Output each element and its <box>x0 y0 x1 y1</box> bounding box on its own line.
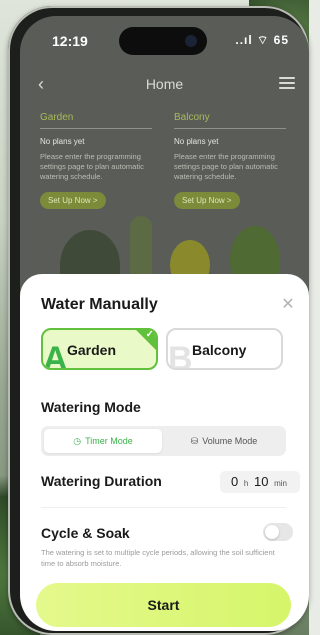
phone-frame: 12:19 ..ıl ⌔ 65 ‹ Home Garden No plans y… <box>8 6 309 635</box>
water-manually-sheet: Water Manually ✕ A Garden ✓ B Balcony Wa… <box>20 274 309 631</box>
duration-minutes: 10 <box>253 474 269 489</box>
setup-now-button[interactable]: Set Up Now > <box>40 192 106 209</box>
clock-icon: ◷ <box>73 436 82 446</box>
cycle-soak-description: The watering is set to multiple cycle pe… <box>41 548 275 568</box>
close-icon[interactable]: ✕ <box>281 297 295 313</box>
zone-name: Balcony <box>192 342 247 358</box>
settings-sliders-icon[interactable] <box>279 74 295 90</box>
home-zone-balcony: Balcony No plans yet Please enter the pr… <box>174 112 286 209</box>
cycle-soak-toggle[interactable] <box>263 523 293 541</box>
status-icons: ..ıl ⌔ 65 <box>235 33 289 47</box>
home-nav-bar: ‹ Home <box>20 72 309 100</box>
zone-card-balcony[interactable]: B Balcony <box>166 328 283 370</box>
dynamic-island <box>119 27 207 55</box>
home-title: Home <box>145 76 184 92</box>
zone-name: Garden <box>67 342 117 358</box>
watering-mode-label: Watering Mode <box>41 399 141 415</box>
tab-volume-mode[interactable]: ⛁ Volume Mode <box>165 429 283 453</box>
zone-letter: A <box>43 340 68 370</box>
zone-card-garden[interactable]: A Garden ✓ <box>41 328 158 370</box>
minutes-unit: min <box>274 479 287 488</box>
watering-mode-switch: ◷ Timer Mode ⛁ Volume Mode <box>41 426 286 456</box>
setup-now-button[interactable]: Set Up Now > <box>174 192 240 209</box>
tab-timer-mode[interactable]: ◷ Timer Mode <box>44 429 162 453</box>
start-button[interactable]: Start <box>36 583 291 627</box>
hours-unit: h <box>243 479 249 488</box>
divider <box>41 507 286 508</box>
duration-hours: 0 <box>231 474 239 489</box>
checkmark-icon: ✓ <box>145 329 154 340</box>
sheet-title: Water Manually <box>41 296 158 313</box>
duration-input[interactable]: 0 h 10 min <box>220 471 300 493</box>
home-zone-description: Please enter the programming settings pa… <box>174 152 278 181</box>
home-zone-plan-status: No plans yet <box>40 137 85 146</box>
cycle-soak-label: Cycle & Soak <box>41 525 130 541</box>
watering-duration-label: Watering Duration <box>41 473 162 489</box>
mode-label: Timer Mode <box>85 436 133 446</box>
phone-screen: 12:19 ..ıl ⌔ 65 ‹ Home Garden No plans y… <box>20 16 309 631</box>
status-time: 12:19 <box>52 33 88 49</box>
volume-icon: ⛁ <box>190 436 199 446</box>
mode-label: Volume Mode <box>202 436 258 446</box>
home-zone-description: Please enter the programming settings pa… <box>40 152 144 181</box>
toggle-knob <box>265 525 279 539</box>
home-zone-title: Balcony <box>174 112 286 129</box>
home-zone-title: Garden <box>40 112 152 129</box>
home-zone-plan-status: No plans yet <box>174 137 219 146</box>
zone-letter: B <box>168 340 193 370</box>
camera-icon <box>185 35 197 47</box>
home-zone-garden: Garden No plans yet Please enter the pro… <box>40 112 152 209</box>
